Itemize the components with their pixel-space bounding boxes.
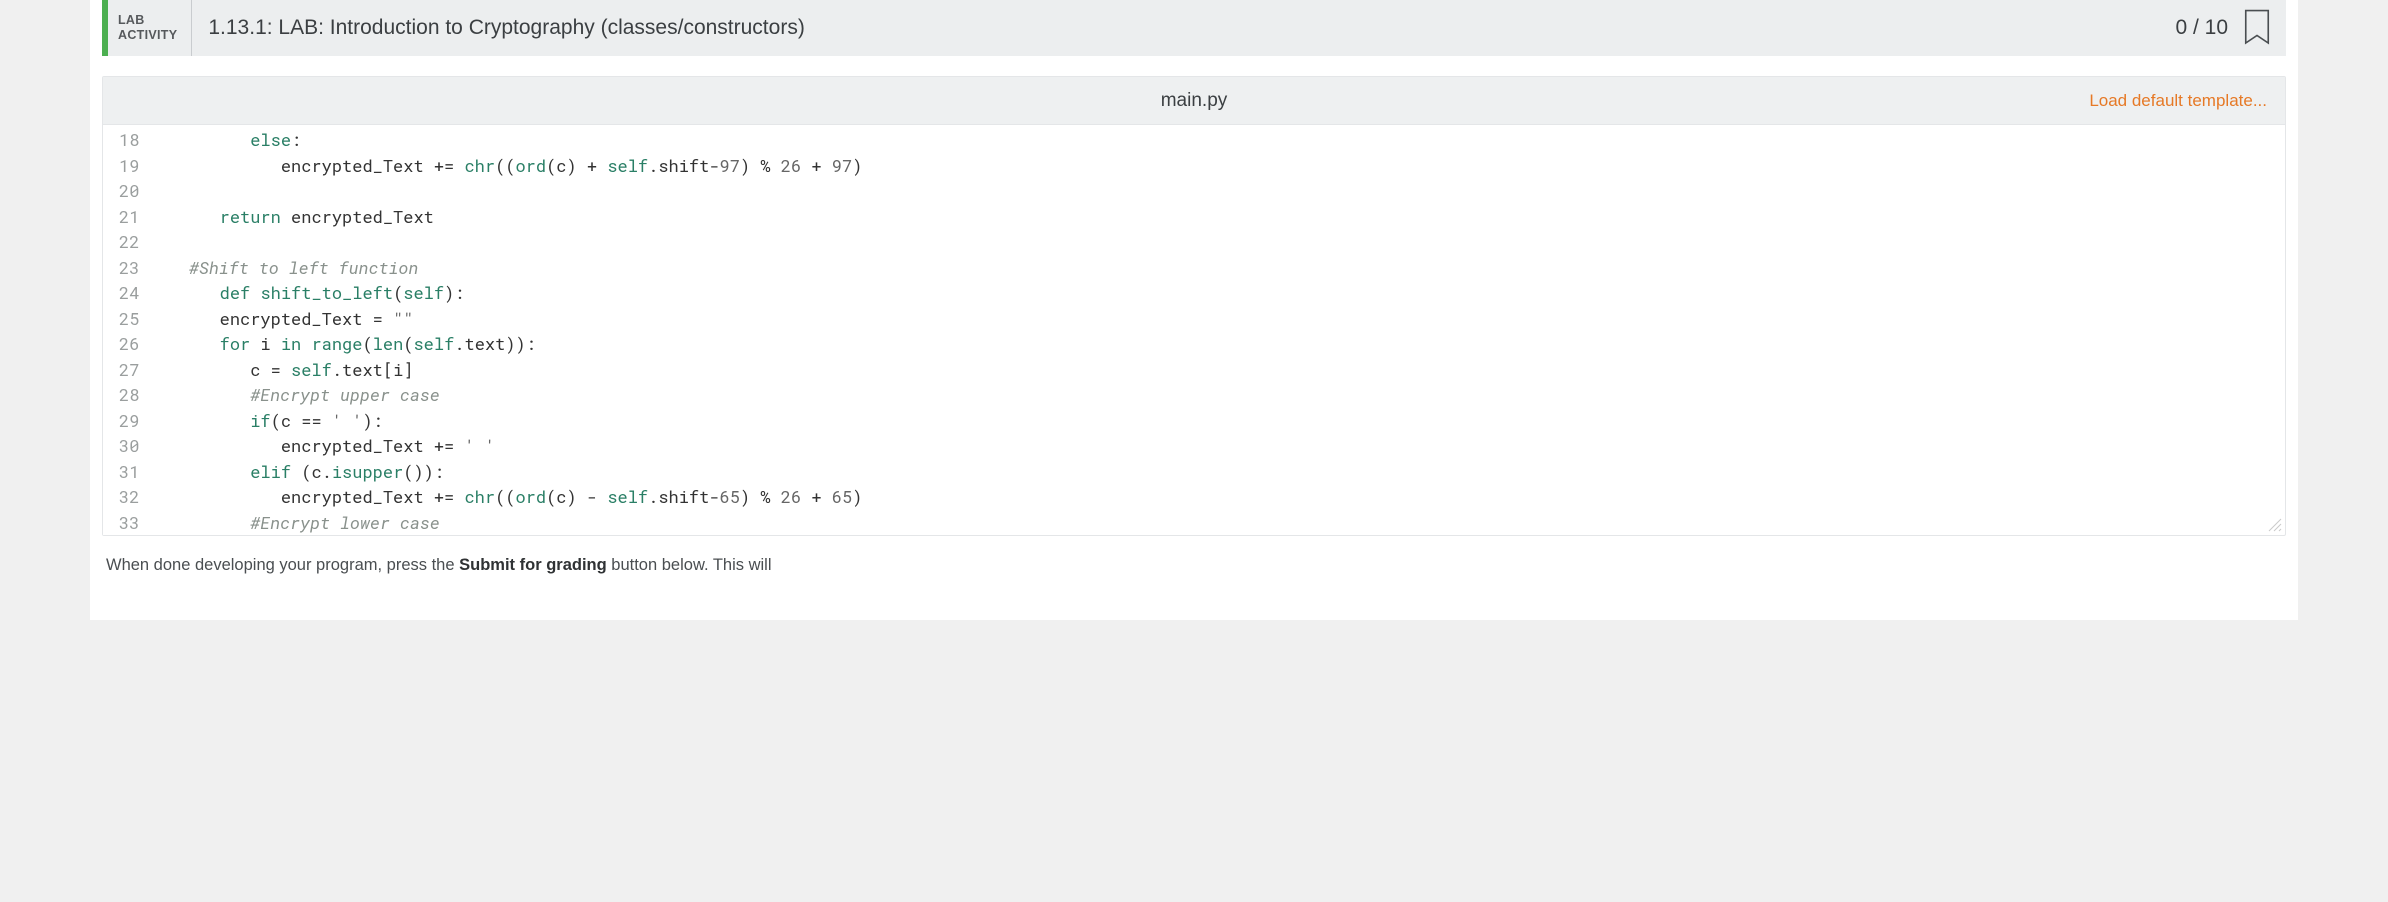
resize-handle-icon bbox=[2267, 517, 2283, 533]
load-default-template-link[interactable]: Load default template... bbox=[2089, 91, 2285, 111]
code-line[interactable]: c = self.text[i] bbox=[158, 357, 2285, 383]
line-number: 28 bbox=[119, 382, 139, 408]
code-line[interactable]: #Encrypt upper case bbox=[158, 382, 2285, 408]
lab-score: 0 / 10 bbox=[2161, 0, 2242, 56]
line-number: 30 bbox=[119, 433, 139, 459]
line-number: 26 bbox=[119, 331, 139, 357]
code-line[interactable]: return encrypted_Text bbox=[158, 204, 2285, 230]
line-number: 18 bbox=[119, 127, 139, 153]
code-line[interactable]: if(c == ' '): bbox=[158, 408, 2285, 434]
line-number: 22 bbox=[119, 229, 139, 255]
line-number: 32 bbox=[119, 484, 139, 510]
file-card: main.py Load default template... 1819202… bbox=[102, 76, 2286, 536]
code-line[interactable]: encrypted_Text += chr((ord(c) + self.shi… bbox=[158, 153, 2285, 179]
bookmark-icon bbox=[2242, 9, 2272, 47]
code-line[interactable]: else: bbox=[158, 127, 2285, 153]
bookmark-button[interactable] bbox=[2242, 0, 2286, 56]
page: LAB ACTIVITY 1.13.1: LAB: Introduction t… bbox=[90, 0, 2298, 620]
line-number: 27 bbox=[119, 357, 139, 383]
code-line[interactable] bbox=[158, 229, 2285, 255]
line-number: 20 bbox=[119, 178, 139, 204]
lab-label-line2: ACTIVITY bbox=[118, 28, 177, 43]
lab-title: 1.13.1: LAB: Introduction to Cryptograph… bbox=[192, 0, 2161, 56]
instruction-suffix: button below. This will bbox=[607, 556, 772, 574]
line-number: 25 bbox=[119, 306, 139, 332]
code-line[interactable]: #Encrypt lower case bbox=[158, 510, 2285, 536]
line-number: 24 bbox=[119, 280, 139, 306]
file-header: main.py Load default template... bbox=[103, 77, 2285, 125]
file-name: main.py bbox=[1161, 90, 1228, 112]
code-line[interactable]: def shift_to_left(self): bbox=[158, 280, 2285, 306]
resize-handle[interactable] bbox=[2267, 517, 2283, 533]
code-line[interactable]: encrypted_Text = "" bbox=[158, 306, 2285, 332]
line-number-gutter: 181920212223242526272829303132333435 bbox=[103, 125, 150, 535]
line-number: 29 bbox=[119, 408, 139, 434]
instruction-prefix: When done developing your program, press… bbox=[106, 556, 459, 574]
line-number: 21 bbox=[119, 204, 139, 230]
code-line[interactable]: elif (c.isupper()): bbox=[158, 459, 2285, 485]
instruction-text: When done developing your program, press… bbox=[102, 556, 2286, 575]
code-area[interactable]: else: encrypted_Text += chr((ord(c) + se… bbox=[150, 125, 2285, 535]
code-line[interactable]: encrypted_Text += chr((ord(c) - self.shi… bbox=[158, 484, 2285, 510]
code-editor[interactable]: 181920212223242526272829303132333435 els… bbox=[103, 125, 2285, 535]
line-number: 31 bbox=[119, 459, 139, 485]
lab-header: LAB ACTIVITY 1.13.1: LAB: Introduction t… bbox=[102, 0, 2286, 56]
lab-label-line1: LAB bbox=[118, 13, 177, 28]
instruction-bold: Submit for grading bbox=[459, 556, 607, 574]
code-line[interactable] bbox=[158, 178, 2285, 204]
line-number: 23 bbox=[119, 255, 139, 281]
lab-activity-label: LAB ACTIVITY bbox=[108, 0, 192, 56]
code-line[interactable]: encrypted_Text += ' ' bbox=[158, 433, 2285, 459]
line-number: 19 bbox=[119, 153, 139, 179]
code-line[interactable]: for i in range(len(self.text)): bbox=[158, 331, 2285, 357]
line-number: 33 bbox=[119, 510, 139, 536]
code-line[interactable]: #Shift to left function bbox=[158, 255, 2285, 281]
